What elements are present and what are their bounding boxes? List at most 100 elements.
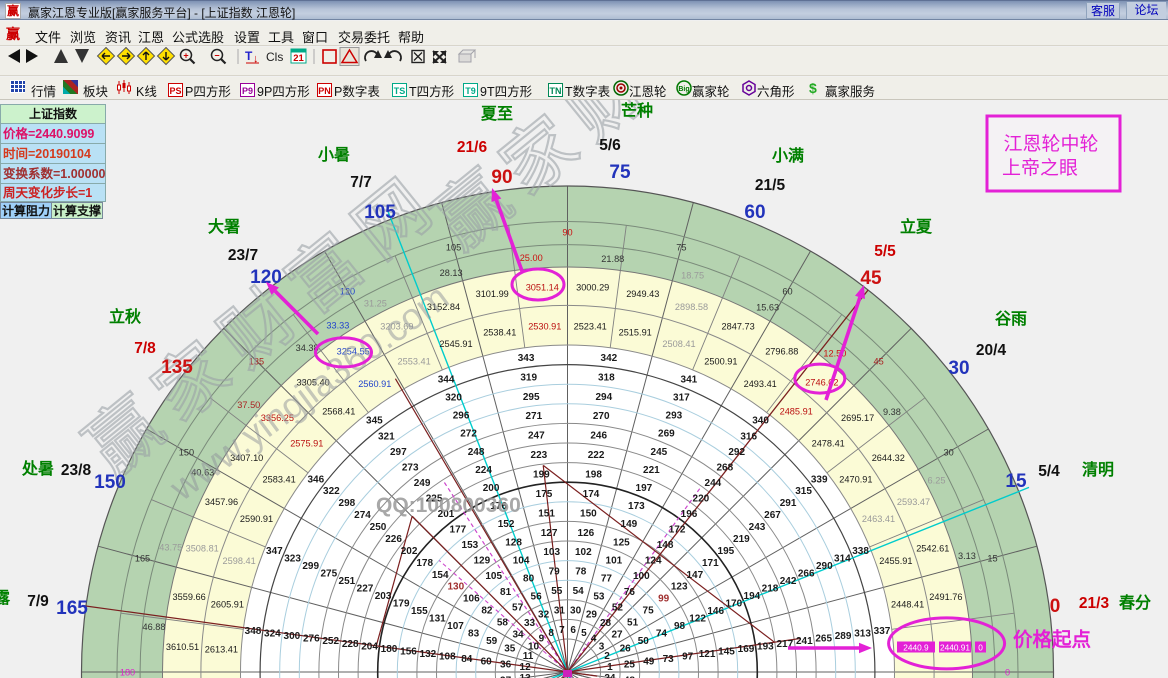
svg-text:274: 274 <box>354 510 371 521</box>
svg-text:2523.41: 2523.41 <box>574 321 607 331</box>
svg-text:2440.91: 2440.91 <box>940 643 970 653</box>
svg-text:3: 3 <box>599 641 605 652</box>
svg-text:75: 75 <box>609 162 631 183</box>
svg-text:108: 108 <box>439 652 456 663</box>
svg-text:27: 27 <box>611 629 623 640</box>
svg-text:290: 290 <box>816 561 833 572</box>
svg-text:104: 104 <box>513 555 530 566</box>
svg-text:+: + <box>183 51 188 61</box>
svg-text:171: 171 <box>702 558 719 569</box>
svg-text:223: 223 <box>531 450 548 461</box>
svg-text:242: 242 <box>780 576 797 587</box>
svg-text:177: 177 <box>450 525 467 536</box>
svg-text:15: 15 <box>987 554 997 564</box>
svg-text:35: 35 <box>504 644 516 655</box>
svg-text:20/4: 20/4 <box>976 342 1007 359</box>
svg-text:106: 106 <box>463 594 480 605</box>
svg-text:299: 299 <box>302 561 319 572</box>
svg-text:2455.91: 2455.91 <box>879 556 912 566</box>
svg-text:313: 313 <box>854 629 871 640</box>
svg-text:43.75: 43.75 <box>159 542 182 552</box>
svg-text:245: 245 <box>651 447 668 458</box>
svg-text:99: 99 <box>658 594 670 605</box>
svg-text:2796.88: 2796.88 <box>765 347 798 357</box>
svg-text:58: 58 <box>497 618 509 629</box>
svg-text:316: 316 <box>740 431 757 442</box>
svg-text:7/8: 7/8 <box>134 340 156 357</box>
svg-text:23/8: 23/8 <box>61 462 92 479</box>
svg-text:294: 294 <box>595 392 612 403</box>
svg-text:346: 346 <box>307 474 324 485</box>
svg-text:2949.43: 2949.43 <box>626 289 659 299</box>
svg-text:266: 266 <box>798 569 815 580</box>
svg-text:春分: 春分 <box>1118 593 1151 612</box>
svg-text:81: 81 <box>500 587 512 598</box>
svg-text:295: 295 <box>523 392 540 403</box>
svg-text:Big: Big <box>678 86 689 93</box>
svg-text:79: 79 <box>549 567 561 578</box>
svg-text:297: 297 <box>390 447 407 458</box>
svg-text:2613.41: 2613.41 <box>205 645 238 655</box>
svg-text:2583.41: 2583.41 <box>262 475 295 485</box>
svg-text:151: 151 <box>538 508 555 519</box>
svg-text:125: 125 <box>613 537 630 548</box>
svg-text:124: 124 <box>645 556 662 567</box>
svg-text:34: 34 <box>512 629 524 640</box>
svg-text:2463.41: 2463.41 <box>862 514 895 524</box>
svg-text:56: 56 <box>531 592 543 603</box>
svg-text:120: 120 <box>250 267 282 288</box>
svg-text:340: 340 <box>752 416 769 427</box>
svg-text:Cls: Cls <box>266 50 283 64</box>
svg-text:344: 344 <box>438 374 455 385</box>
svg-text:103: 103 <box>543 547 560 558</box>
svg-text:3051.14: 3051.14 <box>526 282 559 292</box>
svg-text:226: 226 <box>385 534 402 545</box>
svg-text:126: 126 <box>578 528 595 539</box>
svg-text:3.13: 3.13 <box>958 551 976 561</box>
svg-text:30: 30 <box>570 606 582 617</box>
svg-text:338: 338 <box>852 546 869 557</box>
svg-text:105: 105 <box>485 571 502 582</box>
svg-text:149: 149 <box>621 519 638 530</box>
svg-text:218: 218 <box>762 584 779 595</box>
svg-text:298: 298 <box>339 498 356 509</box>
svg-text:3000.29: 3000.29 <box>576 282 609 292</box>
svg-text:80: 80 <box>523 574 535 585</box>
svg-text:198: 198 <box>585 470 602 481</box>
svg-text:−: − <box>214 51 219 61</box>
svg-text:75: 75 <box>643 606 655 617</box>
svg-text:8: 8 <box>548 628 554 639</box>
svg-text:135: 135 <box>161 357 193 378</box>
svg-text:2: 2 <box>604 651 610 662</box>
svg-text:小满: 小满 <box>772 147 804 165</box>
svg-text:60: 60 <box>744 202 765 223</box>
svg-text:84: 84 <box>461 654 473 665</box>
svg-text:53: 53 <box>593 592 605 603</box>
svg-text:9.38: 9.38 <box>883 407 901 417</box>
svg-text:341: 341 <box>681 374 698 385</box>
svg-text:180: 180 <box>120 667 135 677</box>
svg-text:59: 59 <box>486 636 498 647</box>
svg-text:319: 319 <box>520 372 537 383</box>
svg-text:55: 55 <box>551 586 563 597</box>
svg-text:21: 21 <box>293 53 304 64</box>
svg-text:77: 77 <box>601 574 613 585</box>
svg-text:193: 193 <box>757 641 774 652</box>
svg-text:2538.41: 2538.41 <box>483 327 516 337</box>
svg-text:26: 26 <box>620 644 632 655</box>
svg-text:5/6: 5/6 <box>599 137 621 154</box>
svg-text:199: 199 <box>533 470 550 481</box>
svg-text:128: 128 <box>505 537 522 548</box>
svg-text:155: 155 <box>411 606 428 617</box>
svg-text:江恩轮中轮: 江恩轮中轮 <box>1003 133 1098 155</box>
svg-text:60: 60 <box>782 286 792 296</box>
svg-text:31: 31 <box>554 606 566 617</box>
svg-text:18.75: 18.75 <box>681 271 704 281</box>
svg-text:318: 318 <box>598 372 615 383</box>
svg-text:100: 100 <box>633 571 650 582</box>
svg-text:130: 130 <box>447 582 464 593</box>
svg-text:292: 292 <box>728 447 745 458</box>
svg-text:50: 50 <box>638 636 650 647</box>
svg-text:6: 6 <box>570 625 576 636</box>
svg-text:152: 152 <box>498 519 515 530</box>
